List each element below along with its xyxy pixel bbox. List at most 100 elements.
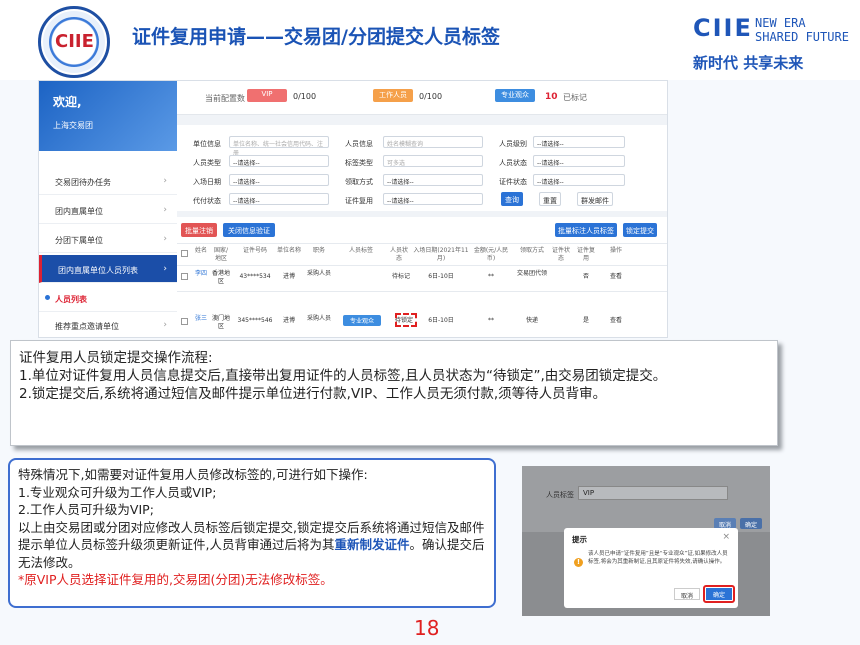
select-all-checkbox[interactable] xyxy=(181,250,188,257)
cell-amount: ** xyxy=(488,317,494,324)
cell-unit: 进博 xyxy=(282,317,295,324)
view-link[interactable]: 查看 xyxy=(603,273,629,281)
process-step1: 1.单位对证件复用人员信息提交后,直接带出复用证件的人员标签,且人员状态为“待锁… xyxy=(19,368,667,384)
entry-date-label: 入场日期 xyxy=(193,178,221,186)
col-status: 人员状态 xyxy=(389,247,408,262)
pay-status-select[interactable]: --请选择-- xyxy=(229,193,329,205)
reuse-label: 证件复用 xyxy=(345,197,373,205)
process-box: 证件复用人员锁定提交操作流程: 1.单位对证件复用人员信息提交后,直接带出复用证… xyxy=(10,340,778,446)
table-divider xyxy=(177,291,667,292)
view-link[interactable]: 查看 xyxy=(603,317,629,325)
reset-button[interactable]: 重置 xyxy=(539,192,561,206)
org-name: 上海交易团 xyxy=(53,121,93,130)
row-checkbox[interactable] xyxy=(181,273,188,280)
col-op: 操作 xyxy=(609,247,622,254)
sidebar-item-sub-units[interactable]: 分团下属单位 › xyxy=(39,225,177,253)
sidebar-item-label: 人员列表 xyxy=(55,295,87,304)
cell-region: 香港地区 xyxy=(211,270,230,285)
brand-sub2: SHARED FUTURE xyxy=(755,30,849,44)
person-type-select[interactable]: --请选择-- xyxy=(229,155,329,167)
chevron-right-icon: › xyxy=(163,264,167,274)
chevron-right-icon: › xyxy=(163,234,167,244)
col-date: 入场日期(2021年11月) xyxy=(413,247,469,262)
chevron-right-icon: › xyxy=(163,176,167,186)
special-p1: 1.专业观众可升级为工作人员或VIP; xyxy=(18,484,217,500)
chevron-right-icon: › xyxy=(163,205,167,215)
level-select[interactable]: --请选择-- xyxy=(533,136,625,148)
row-checkbox[interactable] xyxy=(181,318,188,325)
pro-count: 10 xyxy=(545,92,558,102)
brand-slogan: 新时代 共享未来 xyxy=(693,54,804,72)
main-panel: 当前配置数 VIP 0/100 工作人员 0/100 专业观众 10 已标记 单… xyxy=(177,81,667,337)
cell-id: 345****546 xyxy=(237,317,273,324)
special-intro: 特殊情况下,如需要对证件复用人员修改标签的,可进行如下操作: xyxy=(18,467,368,482)
lock-submit-button[interactable]: 锁定提交 xyxy=(623,223,657,237)
tag-type-select[interactable]: 可多选 xyxy=(383,155,483,167)
cert-status-label: 证件状态 xyxy=(499,178,527,186)
warning-icon: ! xyxy=(574,558,583,567)
sidebar-item-direct-units[interactable]: 团内直属单位 › xyxy=(39,196,177,224)
col-cert: 证件状态 xyxy=(551,247,570,262)
page-number: 18 xyxy=(414,616,440,640)
reuse-select[interactable]: --请选择-- xyxy=(383,193,483,205)
person-status-label: 人员状态 xyxy=(499,159,527,167)
person-status-select[interactable]: --请选择-- xyxy=(533,155,625,167)
cell-name[interactable]: 张三 xyxy=(195,315,207,323)
batch-tag-button[interactable]: 批量标注人员标签 xyxy=(555,223,617,237)
sidebar-item-recommend[interactable]: 推荐重点邀请单位 › xyxy=(39,311,177,337)
pickup-label: 领取方式 xyxy=(345,178,373,186)
cell-name[interactable]: 李四 xyxy=(195,270,207,278)
pro-tag-badge: 专业观众 xyxy=(343,315,381,326)
staff-count: 0/100 xyxy=(419,92,443,101)
brand-sub: NEW ERA SHARED FUTURE xyxy=(755,16,860,44)
sidebar-item-label: 团内直属单位 xyxy=(55,207,103,216)
table-divider xyxy=(177,265,667,266)
special-case-box: 特殊情况下,如需要对证件复用人员修改标签的,可进行如下操作: 1.专业观众可升级… xyxy=(8,458,496,608)
dialog-backdrop-form: 人员标签 VIP 取消 确定 xyxy=(522,466,770,532)
cell-unit: 进博 xyxy=(282,273,295,280)
brand-main: CIIE xyxy=(693,14,753,42)
tag-field-select[interactable]: VIP xyxy=(578,486,728,500)
sidebar-item-personnel-list[interactable]: 团内直属单位人员列表 › xyxy=(39,255,177,283)
unit-info-input[interactable]: 单位名称、统一社会信用代码、注册 xyxy=(229,136,329,157)
cell-reuse: 是 xyxy=(582,317,589,324)
col-pickup: 领取方式 xyxy=(519,247,544,254)
vip-tag: VIP xyxy=(247,89,287,102)
pro-suffix: 已标记 xyxy=(563,93,587,102)
search-button[interactable]: 查询 xyxy=(501,192,523,206)
process-step2: 2.锁定提交后,系统将通过短信及邮件提示单位进行付款,VIP、工作人员无须付款,… xyxy=(19,386,607,402)
slide-header: CIIE 证件复用申请——交易团/分团提交人员标签 CIIE NEW ERA S… xyxy=(0,0,860,80)
col-region: 国家/地区 xyxy=(213,247,229,262)
cell-amount: ** xyxy=(488,273,494,280)
cell-pickup: 快递 xyxy=(525,317,538,324)
cell-status: 待标记 xyxy=(391,273,410,280)
sidebar: 欢迎, 上海交易团 交易团待办任务 › 团内直属单位 › 分团下属单位 › 团内… xyxy=(39,81,177,337)
person-info-input[interactable]: 姓名模糊查询 xyxy=(383,136,483,148)
col-title: 职务 xyxy=(312,247,325,254)
entry-date-select[interactable]: --请选择-- xyxy=(229,174,329,186)
brand-block: CIIE NEW ERA SHARED FUTURE 新时代 共享未来 xyxy=(693,14,849,72)
batch-cancel-button[interactable]: 批量注销 xyxy=(181,223,217,237)
process-title: 证件复用人员锁定提交操作流程: xyxy=(19,350,213,366)
filter-panel: 单位信息 单位名称、统一社会信用代码、注册 人员信息 姓名模糊查询 人员级别 -… xyxy=(177,125,667,211)
mass-mail-button[interactable]: 群发邮件 xyxy=(577,192,613,206)
dialog-cancel-button[interactable]: 取消 xyxy=(674,588,700,600)
col-name: 姓名 xyxy=(195,247,208,254)
cell-region: 澳门地区 xyxy=(211,315,230,330)
ciie-logo: CIIE xyxy=(38,6,110,78)
logo-text: CIIE xyxy=(55,31,94,52)
close-icon[interactable]: × xyxy=(722,532,730,542)
special-p3: 以上由交易团或分团对应修改人员标签后锁定提交,锁定提交后系统将通过短信及邮件提示… xyxy=(18,519,485,570)
ok-small-button[interactable]: 确定 xyxy=(740,518,762,529)
sidebar-subitem-person-list[interactable]: 人员列表 xyxy=(39,284,177,312)
person-table: 批量注销 关闭信息验证 批量标注人员标签 锁定提交 姓名 国家/地区 证件号码 … xyxy=(177,217,667,337)
dialog-message: 该人员已申请“证件复用”且是“专业观众”证,如果修改人员标签,将会为其重新制证,… xyxy=(588,551,728,565)
close-verify-button[interactable]: 关闭信息验证 xyxy=(223,223,275,237)
dialog-title: 提示 xyxy=(572,535,587,544)
col-amount: 金额(元/人民币) xyxy=(473,247,509,262)
cert-status-select[interactable]: --请选择-- xyxy=(533,174,625,186)
cell-date: 6日-10日 xyxy=(428,273,454,280)
pickup-select[interactable]: --请选择-- xyxy=(383,174,483,186)
app-screenshot: 欢迎, 上海交易团 交易团待办任务 › 团内直属单位 › 分团下属单位 › 团内… xyxy=(38,80,668,338)
sidebar-item-todo[interactable]: 交易团待办任务 › xyxy=(39,167,177,195)
